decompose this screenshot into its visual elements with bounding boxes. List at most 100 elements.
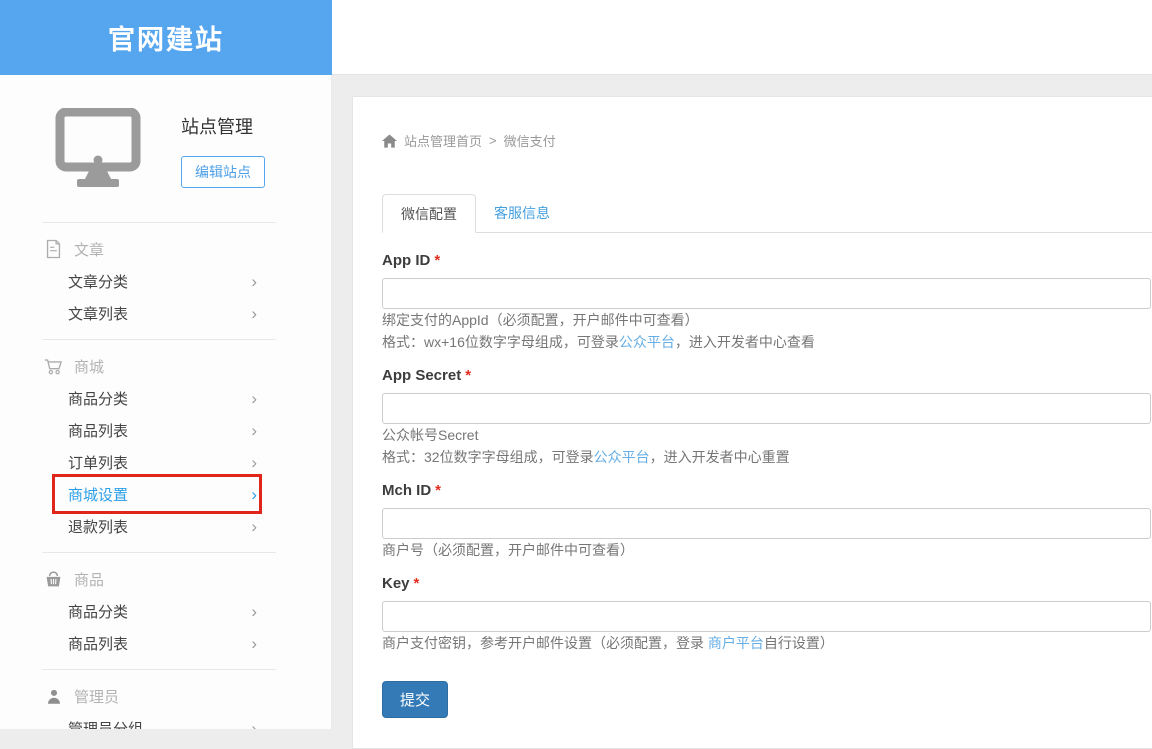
section-label: 商品 — [74, 569, 104, 590]
tab-bar: 微信配置 客服信息 — [382, 194, 1152, 233]
help-text: 格式：32位数字字母组成，可登录公众平台，进入开发者中心重置 — [382, 446, 1151, 468]
content-panel: 站点管理首页 > 微信支付 微信配置 客服信息 App ID* 绑定支付的App… — [352, 96, 1152, 749]
menu-item-label: 商品分类 — [68, 388, 128, 409]
menu-item-label: 文章分类 — [68, 271, 128, 292]
mch-id-input[interactable] — [382, 508, 1151, 539]
sidebar-divider — [42, 552, 276, 553]
chevron-right-icon: › — [251, 273, 257, 290]
section-label: 商城 — [74, 356, 104, 377]
menu-item-label: 管理员分组 — [68, 718, 143, 730]
required-asterisk: * — [465, 367, 471, 384]
menu-item-label: 退款列表 — [68, 516, 128, 537]
sidebar-item-product-list[interactable]: 商品列表 › — [0, 627, 331, 659]
required-asterisk: * — [435, 482, 441, 499]
user-icon — [44, 688, 63, 705]
menu-item-label: 商城设置 — [68, 484, 128, 505]
document-icon — [44, 239, 63, 259]
section-header-mall: 商城 — [0, 350, 331, 382]
sidebar-item-mall-settings[interactable]: 商城设置 › — [0, 478, 331, 510]
required-asterisk: * — [414, 575, 420, 592]
chevron-right-icon: › — [251, 518, 257, 535]
key-input[interactable] — [382, 601, 1151, 632]
sidebar-item-article-category[interactable]: 文章分类 › — [0, 265, 331, 297]
edit-site-button[interactable]: 编辑站点 — [181, 156, 265, 188]
sidebar-item-product-category[interactable]: 商品分类 › — [0, 595, 331, 627]
chevron-right-icon: › — [251, 390, 257, 407]
help-text-part: 格式：32位数字字母组成，可登录 — [382, 449, 594, 465]
menu-item-label: 商品列表 — [68, 420, 128, 441]
help-text: 商户号（必须配置，开户邮件中可查看） — [382, 539, 1151, 561]
sidebar-item-goods-category[interactable]: 商品分类 › — [0, 382, 331, 414]
section-label: 文章 — [74, 239, 104, 260]
wechat-pay-form: App ID* 绑定支付的AppId（必须配置，开户邮件中可查看） 格式：wx+… — [382, 252, 1152, 718]
sidebar-divider — [42, 339, 276, 340]
field-app-id: App ID* 绑定支付的AppId（必须配置，开户邮件中可查看） 格式：wx+… — [382, 252, 1151, 353]
field-label: App ID* — [382, 252, 1151, 269]
sidebar: 站点管理 编辑站点 文章 文章分类 › 文章列表 › — [0, 75, 332, 729]
tab-wechat-config[interactable]: 微信配置 — [382, 194, 476, 233]
chevron-right-icon: › — [251, 635, 257, 652]
tab-customer-service-info[interactable]: 客服信息 — [476, 194, 568, 232]
menu-item-label: 商品列表 — [68, 633, 128, 654]
public-platform-link[interactable]: 公众平台 — [594, 449, 650, 465]
sidebar-section-products: 商品 商品分类 › 商品列表 › — [0, 563, 331, 659]
section-label: 管理员 — [74, 686, 119, 707]
field-label-text: App Secret — [382, 367, 461, 384]
chevron-right-icon: › — [251, 720, 257, 730]
section-header-products: 商品 — [0, 563, 331, 595]
top-navbar — [332, 0, 1152, 75]
help-text-part: 格式：wx+16位数字字母组成，可登录 — [382, 334, 619, 350]
cart-icon — [44, 357, 63, 376]
chevron-right-icon: › — [251, 486, 257, 503]
help-text: 商户支付密钥，参考开户邮件设置（必须配置，登录 商户平台自行设置） — [382, 632, 1151, 654]
brand-logo-text: 官网建站 — [108, 18, 224, 57]
menu-item-label: 订单列表 — [68, 452, 128, 473]
sidebar-section-mall: 商城 商品分类 › 商品列表 › 订单列表 › 商城设置 › 退款列表 › — [0, 350, 331, 542]
help-text-part: ，进入开发者中心重置 — [650, 449, 790, 465]
field-label: Key* — [382, 575, 1151, 592]
field-mch-id: Mch ID* 商户号（必须配置，开户邮件中可查看） — [382, 482, 1151, 561]
app-id-input[interactable] — [382, 278, 1151, 309]
breadcrumb-home[interactable]: 站点管理首页 — [404, 131, 482, 150]
help-text: 绑定支付的AppId（必须配置，开户邮件中可查看） — [382, 309, 1151, 331]
breadcrumb-current: 微信支付 — [504, 131, 556, 150]
help-text-part: 商户支付密钥，参考开户邮件设置（必须配置，登录 — [382, 635, 708, 651]
help-text: 格式：wx+16位数字字母组成，可登录公众平台，进入开发者中心查看 — [382, 331, 1151, 353]
merchant-platform-link[interactable]: 商户平台 — [708, 635, 764, 651]
sidebar-item-order-list[interactable]: 订单列表 › — [0, 446, 331, 478]
help-text-part: ，进入开发者中心查看 — [675, 334, 815, 350]
sidebar-divider — [42, 222, 276, 223]
breadcrumb: 站点管理首页 > 微信支付 — [382, 131, 1152, 150]
site-title: 站点管理 — [181, 113, 265, 139]
sidebar-item-refund-list[interactable]: 退款列表 › — [0, 510, 331, 542]
sidebar-item-article-list[interactable]: 文章列表 › — [0, 297, 331, 329]
help-text: 公众帐号Secret — [382, 424, 1151, 446]
basket-icon — [44, 570, 63, 588]
section-header-articles: 文章 — [0, 233, 331, 265]
section-header-admin: 管理员 — [0, 680, 331, 712]
field-label-text: Mch ID — [382, 482, 431, 499]
sidebar-section-admin: 管理员 管理员分组 › — [0, 680, 331, 729]
required-asterisk: * — [434, 252, 440, 269]
chevron-right-icon: › — [251, 422, 257, 439]
sidebar-item-admin-groups[interactable]: 管理员分组 › — [0, 712, 331, 729]
field-label: Mch ID* — [382, 482, 1151, 499]
submit-button[interactable]: 提交 — [382, 681, 448, 718]
sidebar-item-goods-list[interactable]: 商品列表 › — [0, 414, 331, 446]
sidebar-section-articles: 文章 文章分类 › 文章列表 › — [0, 233, 331, 329]
breadcrumb-separator: > — [489, 133, 497, 148]
home-icon — [382, 134, 397, 148]
field-label: App Secret* — [382, 367, 1151, 384]
site-info: 站点管理 编辑站点 — [181, 108, 265, 188]
public-platform-link[interactable]: 公众平台 — [619, 334, 675, 350]
field-app-secret: App Secret* 公众帐号Secret 格式：32位数字字母组成，可登录公… — [382, 367, 1151, 468]
chevron-right-icon: › — [251, 305, 257, 322]
field-key: Key* 商户支付密钥，参考开户邮件设置（必须配置，登录 商户平台自行设置） — [382, 575, 1151, 654]
help-text-part: 自行设置） — [764, 635, 834, 651]
app-secret-input[interactable] — [382, 393, 1151, 424]
chevron-right-icon: › — [251, 603, 257, 620]
brand-logo: 官网建站 — [0, 0, 332, 75]
site-card: 站点管理 编辑站点 — [0, 75, 331, 212]
menu-item-label: 文章列表 — [68, 303, 128, 324]
chevron-right-icon: › — [251, 454, 257, 471]
